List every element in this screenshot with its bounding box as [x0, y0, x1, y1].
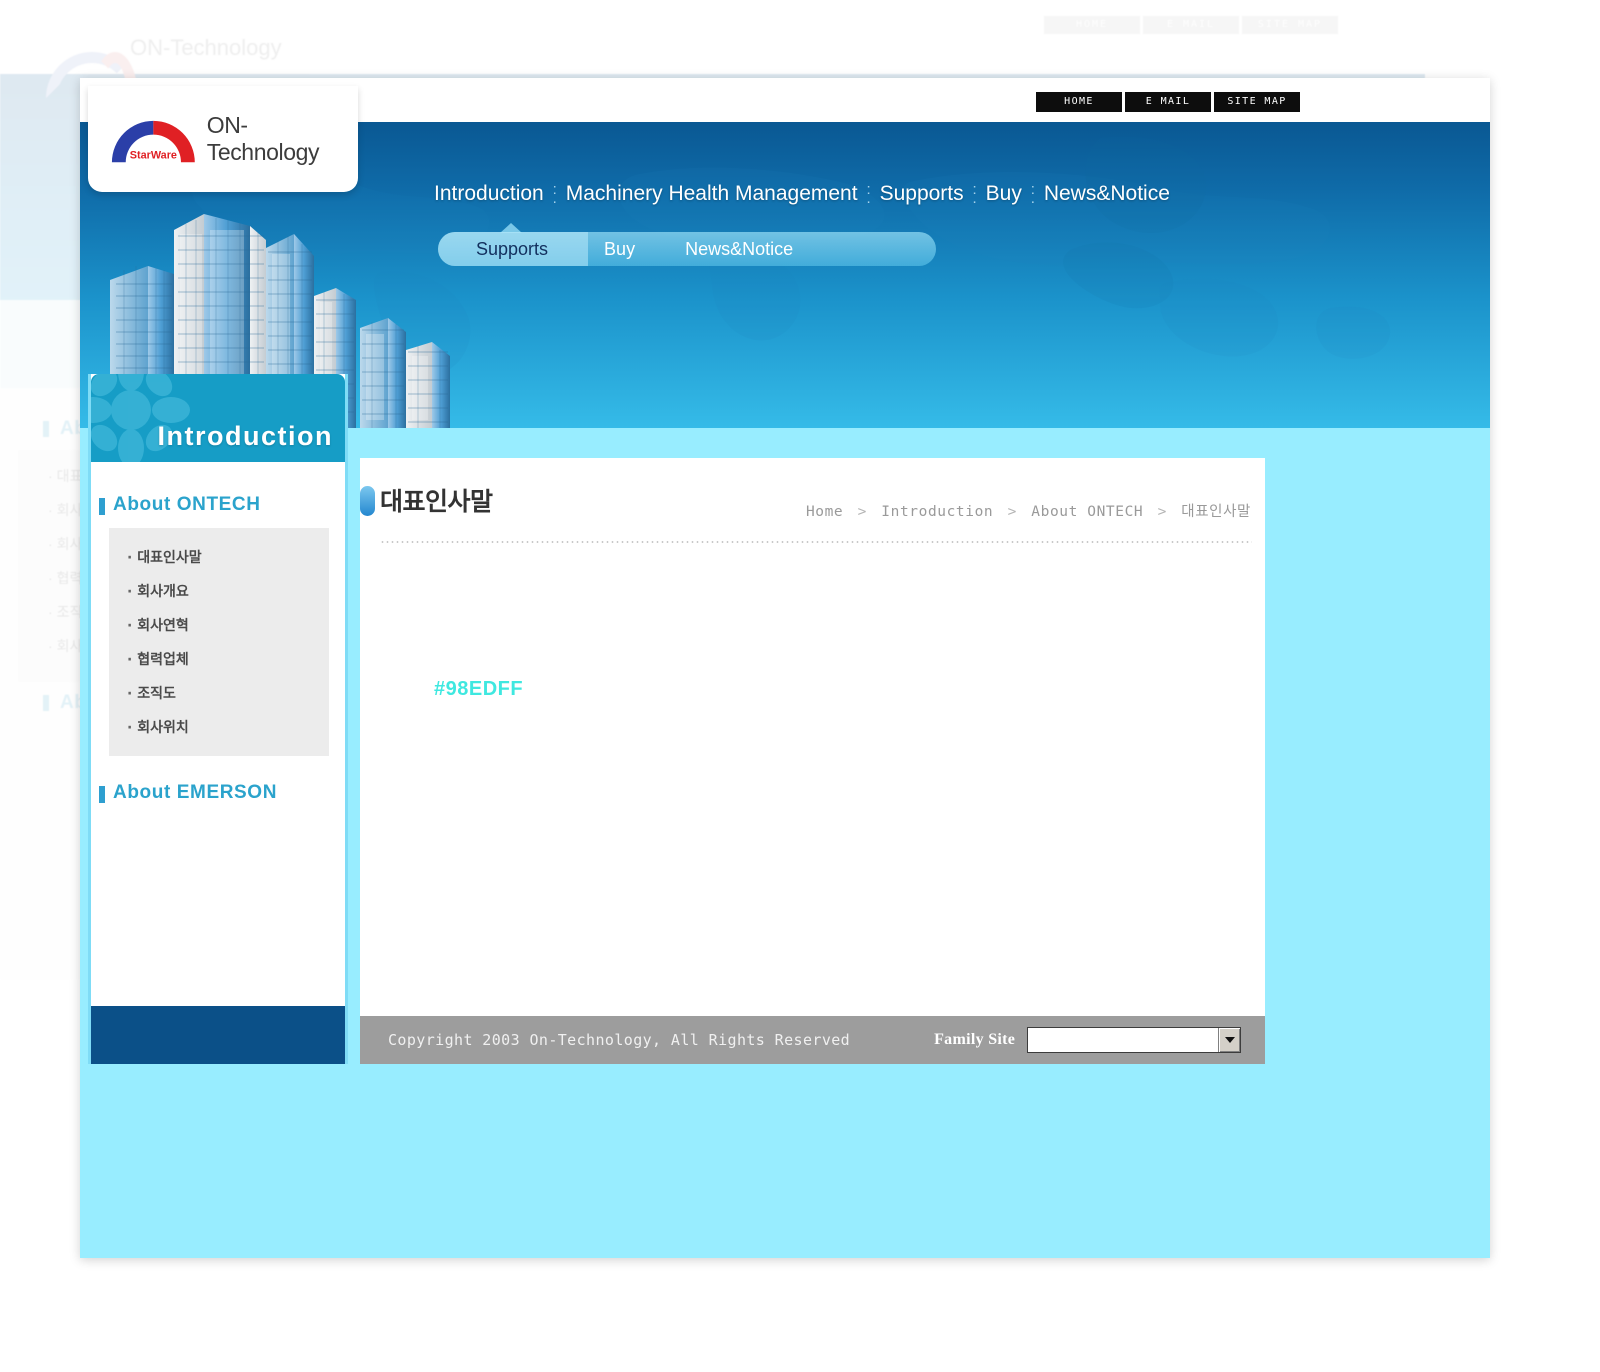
- breadcrumb-home[interactable]: Home: [806, 504, 843, 520]
- breadcrumb-separator: >: [857, 504, 867, 520]
- panel-header: 대표인사말 Home > Introduction > About ONTECH…: [360, 458, 1265, 550]
- sub-nav-buy[interactable]: Buy: [604, 239, 635, 260]
- starware-logo-icon: StarWare: [106, 111, 201, 167]
- page-title-bullet-icon: [360, 486, 375, 516]
- sidebar-section-about-ontech[interactable]: About ONTECH: [99, 494, 345, 516]
- rainbow-arch-icon: StarWare: [111, 120, 195, 163]
- header-divider: [380, 541, 1252, 543]
- breadcrumb-separator: >: [1007, 504, 1017, 520]
- sidebar-submenu-about-ontech: 대표인사말 회사개요 회사연혁 협력업체 조직도 회사위치: [109, 528, 329, 756]
- nav-separator-dots: :.: [1030, 181, 1035, 207]
- ghost-util-sitemap: SITE MAP: [1242, 16, 1338, 34]
- sidebar-body: About ONTECH 대표인사말 회사개요 회사연혁 협력업체 조직도 회사…: [91, 462, 345, 1022]
- utility-nav-email[interactable]: E MAIL: [1125, 92, 1211, 112]
- panel-footer: Copyright 2003 On-Technology, All Rights…: [360, 1016, 1265, 1064]
- family-site-value: [1028, 1028, 1218, 1052]
- sidebar-item-greeting[interactable]: 대표인사말: [109, 540, 329, 574]
- logo-text: ON-Technology: [206, 112, 320, 165]
- sidebar-header: Introduction: [91, 374, 345, 462]
- main-panel: 대표인사말 Home > Introduction > About ONTECH…: [360, 458, 1265, 1064]
- ghost-utility-nav: HOME E MAIL SITE MAP: [1044, 16, 1338, 34]
- utility-nav: HOME E MAIL SITE MAP: [1036, 92, 1300, 112]
- ghost-topbar: [0, 0, 1490, 52]
- content-shell: Introduction About ONTECH 대표인사말 회사개요 회사연…: [88, 374, 1272, 1064]
- page-title: 대표인사말: [380, 488, 493, 516]
- nav-separator-dots: :.: [972, 181, 977, 207]
- sidebar-item-organization-chart[interactable]: 조직도: [109, 676, 329, 710]
- sub-nav-news-notice[interactable]: News&Notice: [685, 239, 793, 260]
- main-nav-buy[interactable]: Buy: [986, 182, 1022, 206]
- breadcrumb-introduction[interactable]: Introduction: [881, 504, 993, 520]
- breadcrumb-separator: >: [1157, 504, 1167, 520]
- ghost-logo-text: ON-Technology: [130, 35, 282, 60]
- panel-content: #98EDFF: [360, 550, 1265, 1016]
- main-nav: Introduction :. Machinery Health Managem…: [434, 182, 1170, 206]
- color-swatch-label: #98EDFF: [434, 678, 524, 700]
- main-nav-news-notice[interactable]: News&Notice: [1044, 182, 1170, 206]
- sub-nav: Supports Buy News&Notice: [438, 223, 936, 266]
- sidebar-item-company-overview[interactable]: 회사개요: [109, 574, 329, 608]
- main-nav-supports[interactable]: Supports: [880, 182, 964, 206]
- sidebar-footer-bar: [91, 1006, 345, 1064]
- sidebar-item-partners[interactable]: 협력업체: [109, 642, 329, 676]
- ghost-logo: ON-Technology: [0, 22, 310, 98]
- sidebar-section-about-emerson[interactable]: About EMERSON: [99, 782, 345, 804]
- family-site-label: Family Site: [934, 1031, 1016, 1048]
- sidebar: Introduction About ONTECH 대표인사말 회사개요 회사연…: [88, 374, 348, 1064]
- svg-text:StarWare: StarWare: [130, 149, 177, 161]
- sidebar-item-company-history[interactable]: 회사연혁: [109, 608, 329, 642]
- sidebar-header-title: Introduction: [157, 421, 333, 451]
- ghost-util-email: E MAIL: [1143, 16, 1239, 34]
- family-site-select[interactable]: [1027, 1027, 1242, 1053]
- site-window: HOME E MAIL SITE MAP Introduction: . Ma…: [80, 78, 1490, 1258]
- main-nav-introduction[interactable]: Introduction: [434, 182, 544, 206]
- nav-separator-dots: :.: [866, 181, 871, 207]
- breadcrumb-about-ontech[interactable]: About ONTECH: [1031, 504, 1143, 520]
- copyright-text: Copyright 2003 On-Technology, All Rights…: [388, 1031, 851, 1049]
- main-nav-machinery-health-management[interactable]: Machinery Health Management: [566, 182, 858, 206]
- sub-nav-supports[interactable]: Supports: [476, 239, 548, 260]
- ghost-util-home: HOME: [1044, 16, 1140, 34]
- logo-card[interactable]: StarWare ON-Technology: [88, 86, 358, 192]
- sidebar-item-company-location[interactable]: 회사위치: [109, 710, 329, 744]
- utility-nav-sitemap[interactable]: SITE MAP: [1214, 92, 1300, 112]
- breadcrumb-current: 대표인사말: [1181, 504, 1251, 520]
- breadcrumb: Home > Introduction > About ONTECH > 대표인…: [806, 500, 1251, 521]
- nav-separator-dots: :.: [552, 181, 557, 207]
- utility-nav-home[interactable]: HOME: [1036, 92, 1122, 112]
- chevron-down-icon[interactable]: [1218, 1028, 1241, 1052]
